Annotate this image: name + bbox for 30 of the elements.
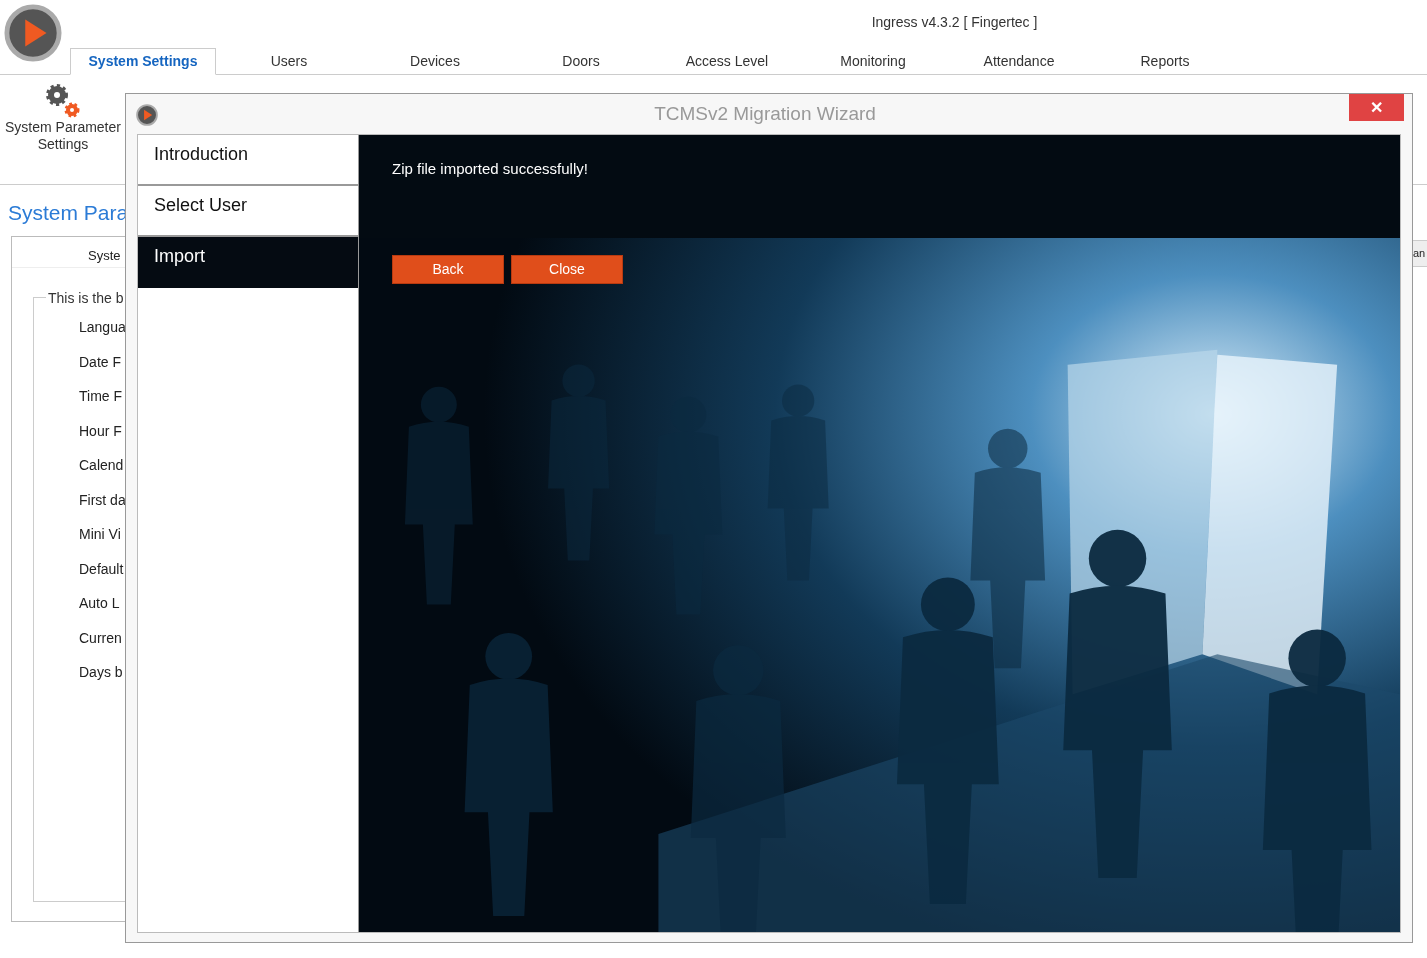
ribbon-button[interactable]: System Parameter Settings: [0, 75, 126, 184]
ribbon-tab[interactable]: Users: [216, 48, 362, 74]
wizard-step[interactable]: Import: [138, 237, 358, 288]
field-label: Mini Vi: [79, 525, 122, 544]
dialog-button[interactable]: Close: [511, 255, 623, 284]
field-label: Langua: [79, 318, 127, 337]
dialog-title: TCMSv2 Migration Wizard: [654, 102, 876, 124]
ribbon-tab[interactable]: Reports: [1092, 48, 1238, 74]
field-label: First da: [79, 490, 127, 510]
close-button[interactable]: ✕: [1349, 94, 1404, 121]
ribbon-tab[interactable]: System Settings: [70, 48, 216, 75]
field-label: Calend: [79, 456, 125, 475]
ribbon-tab[interactable]: Monitoring: [800, 48, 946, 74]
ribbon-tab[interactable]: Devices: [362, 48, 508, 74]
app-title: Ingress v4.3.2 [ Fingertec ]: [871, 13, 1038, 32]
field-label: Days b: [79, 663, 124, 682]
field-label: Date F: [79, 352, 122, 372]
status-message: Zip file imported successfully!: [392, 160, 588, 177]
field-label: Hour F: [79, 421, 123, 441]
ribbon-tab[interactable]: Access Level: [654, 48, 800, 74]
field-label: Auto L: [79, 594, 121, 613]
ribbon-tab[interactable]: Doors: [508, 48, 654, 74]
field-label: Default: [79, 559, 125, 579]
ribbon-tab[interactable]: Attendance: [946, 48, 1092, 74]
field-label: Curren: [79, 628, 123, 648]
dialog-button[interactable]: Back: [392, 255, 504, 284]
app-logo: [4, 4, 62, 62]
dialog-logo: [136, 104, 158, 126]
panel-header: Syste: [88, 248, 121, 263]
field-label: Time F: [79, 387, 124, 406]
